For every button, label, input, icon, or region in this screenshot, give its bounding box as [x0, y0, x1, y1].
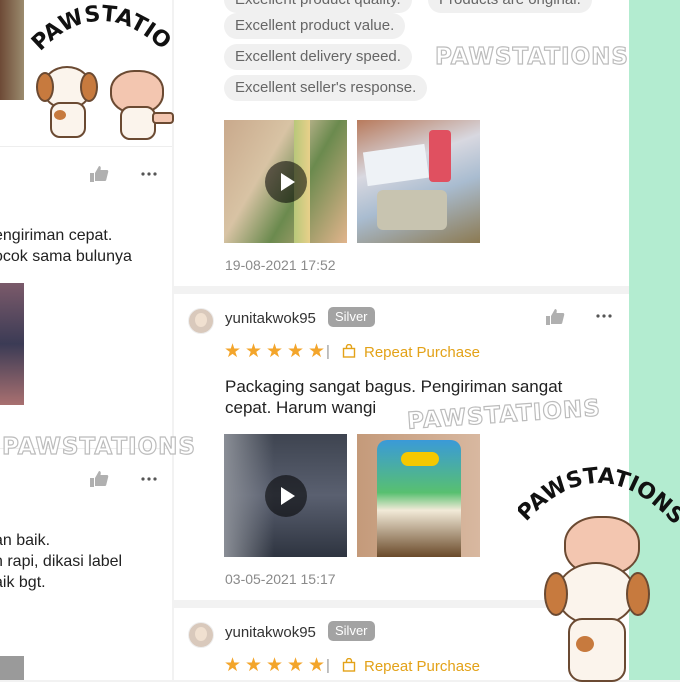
shopping-bag-icon	[342, 344, 356, 358]
star-icon: ★	[287, 341, 305, 362]
membership-badge: Silver	[328, 621, 375, 641]
star-icon: ★	[308, 655, 326, 676]
review-tag: Excellent delivery speed.	[224, 44, 412, 70]
star-icon: ★	[287, 655, 305, 676]
more-icon[interactable]	[595, 313, 613, 319]
thumbs-up-icon[interactable]	[89, 470, 109, 488]
star-icon: ★	[245, 655, 263, 676]
media-thumbnail[interactable]	[0, 0, 24, 100]
review-tag: Excellent seller's response.	[224, 75, 428, 101]
more-icon[interactable]	[140, 476, 158, 482]
star-icon: ★	[245, 341, 263, 362]
review-tag: Excellent product value.	[224, 13, 406, 39]
separator: |	[326, 657, 330, 674]
review-date: 19-08-2021 17:52	[225, 257, 336, 273]
star-rating: ★ ★ ★ ★ ★	[224, 341, 326, 362]
review-text: n rapi, dikasi label	[0, 553, 123, 570]
repeat-purchase-label: Repeat Purchase	[364, 658, 480, 675]
review-tag: Products are original.	[428, 0, 592, 13]
avatar[interactable]	[188, 622, 214, 648]
media-thumbnail[interactable]	[0, 656, 24, 680]
review-text: ocok sama bulunya	[0, 248, 132, 265]
thumbs-up-icon[interactable]	[89, 165, 109, 183]
svg-text:PAWSTATIONS: PAWSTATIONS	[30, 0, 175, 56]
watermark: PAWSTATIONS	[1, 433, 196, 460]
star-icon: ★	[266, 655, 284, 676]
star-icon: ★	[266, 341, 284, 362]
star-icon: ★	[224, 341, 242, 362]
star-rating: ★ ★ ★ ★ ★	[224, 655, 326, 676]
thumbs-up-icon[interactable]	[545, 308, 565, 326]
star-icon: ★	[308, 341, 326, 362]
more-icon[interactable]	[140, 171, 158, 177]
review-text: an baik.	[0, 532, 51, 549]
play-icon[interactable]	[265, 475, 307, 517]
media-thumbnail[interactable]	[0, 283, 24, 405]
dog-illustration	[540, 562, 652, 682]
avatar[interactable]	[188, 308, 214, 334]
brand-logo: PAWSTATIONS	[518, 458, 680, 682]
watermark: PAWSTATIONS	[434, 43, 629, 70]
review-text: aik bgt.	[0, 574, 46, 591]
star-icon: ★	[224, 655, 242, 676]
review-photo-thumbnail[interactable]	[357, 120, 480, 243]
review-photo-thumbnail[interactable]	[357, 434, 480, 557]
shopping-bag-icon	[342, 658, 356, 672]
review-tag: Excellent product quality.	[224, 0, 412, 13]
brand-logo: PAWSTATIONS	[30, 0, 175, 145]
username[interactable]: yunitakwok95	[225, 624, 316, 641]
repeat-purchase-label: Repeat Purchase	[364, 344, 480, 361]
review-video-thumbnail[interactable]	[224, 434, 347, 557]
username[interactable]: yunitakwok95	[225, 310, 316, 327]
review-date: 03-05-2021 15:17	[225, 571, 336, 587]
review-text: engiriman cepat.	[0, 227, 113, 244]
play-icon[interactable]	[265, 161, 307, 203]
cat-illustration	[104, 64, 174, 140]
membership-badge: Silver	[328, 307, 375, 327]
separator: |	[326, 343, 330, 360]
dog-illustration	[34, 66, 98, 138]
review-video-thumbnail[interactable]	[224, 120, 347, 243]
